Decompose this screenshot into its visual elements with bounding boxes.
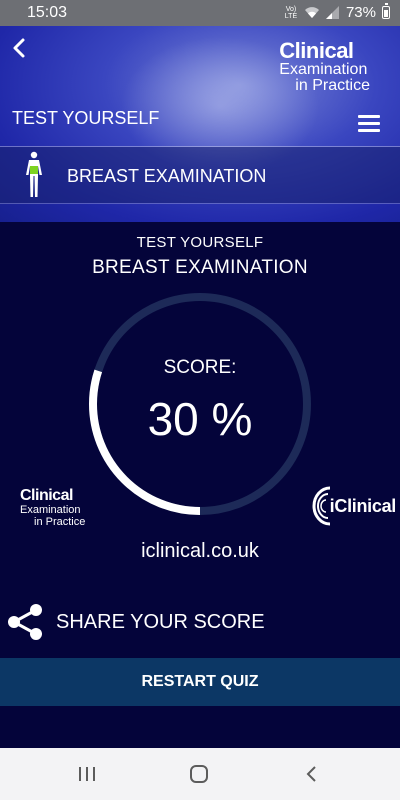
logo-sub-text-2: in Practice [295,77,370,94]
home-icon[interactable] [184,762,214,786]
logo-sub-text-1: Examination [279,61,368,78]
recent-apps-glyph [79,767,95,781]
page-title: TEST YOURSELF [12,108,160,128]
score-label: SCORE: [163,357,237,378]
small-logo-sub-1: Examination [20,504,81,516]
battery-percent: 73% [345,4,376,21]
restart-quiz-button[interactable]: RESTART QUIZ [0,658,400,706]
logo-main-text: Clinical [279,38,354,63]
site-url[interactable]: iclinical.co.uk [0,540,400,563]
wifi-icon [304,7,319,18]
header-logo: Clinical Examination in Practice [279,40,370,94]
home-glyph [190,765,208,783]
recent-apps-icon[interactable] [72,762,102,786]
battery-icon [382,3,390,19]
status-icons: Vo) LTE 73% [284,3,390,21]
score-value: 30 % [147,393,253,445]
small-logo-main: Clinical [20,487,73,504]
volte-indicator: Vo) LTE [284,6,298,20]
clinical-examination-logo: Clinical Examination in Practice [20,487,86,529]
menu-line [358,122,380,125]
iclinical-logo: iClinical [310,484,396,528]
menu-line [358,115,380,118]
volte-line2: LTE [284,12,298,20]
signal-icon [325,6,339,19]
iclinical-logo-text: iClinical [329,495,397,516]
app-header: Clinical Examination in Practice TEST YO… [0,26,400,222]
result-topic: BREAST EXAMINATION [92,257,308,278]
system-navigation-bar [0,748,400,800]
share-score-label: SHARE YOUR SCORE [56,610,265,633]
body-figure-icon [26,151,42,197]
section-title: BREAST EXAMINATION [67,166,267,186]
back-nav-glyph [306,766,316,782]
small-logo-sub-2: in Practice [34,516,86,528]
menu-line [358,129,380,132]
volte-line1: Vo) [285,5,297,13]
back-arrow-icon[interactable] [8,36,32,60]
results-panel: TEST YOURSELF BREAST EXAMINATION SCORE: … [0,222,400,748]
section-divider [0,203,400,204]
share-score-button[interactable]: SHARE YOUR SCORE [6,602,306,642]
status-bar: 15:03 Vo) LTE 73% [0,0,400,26]
status-time: 15:03 [27,4,68,21]
hamburger-menu-icon[interactable] [358,115,380,133]
share-icon [8,604,42,640]
result-label: TEST YOURSELF [136,234,264,251]
back-nav-icon[interactable] [296,762,326,786]
